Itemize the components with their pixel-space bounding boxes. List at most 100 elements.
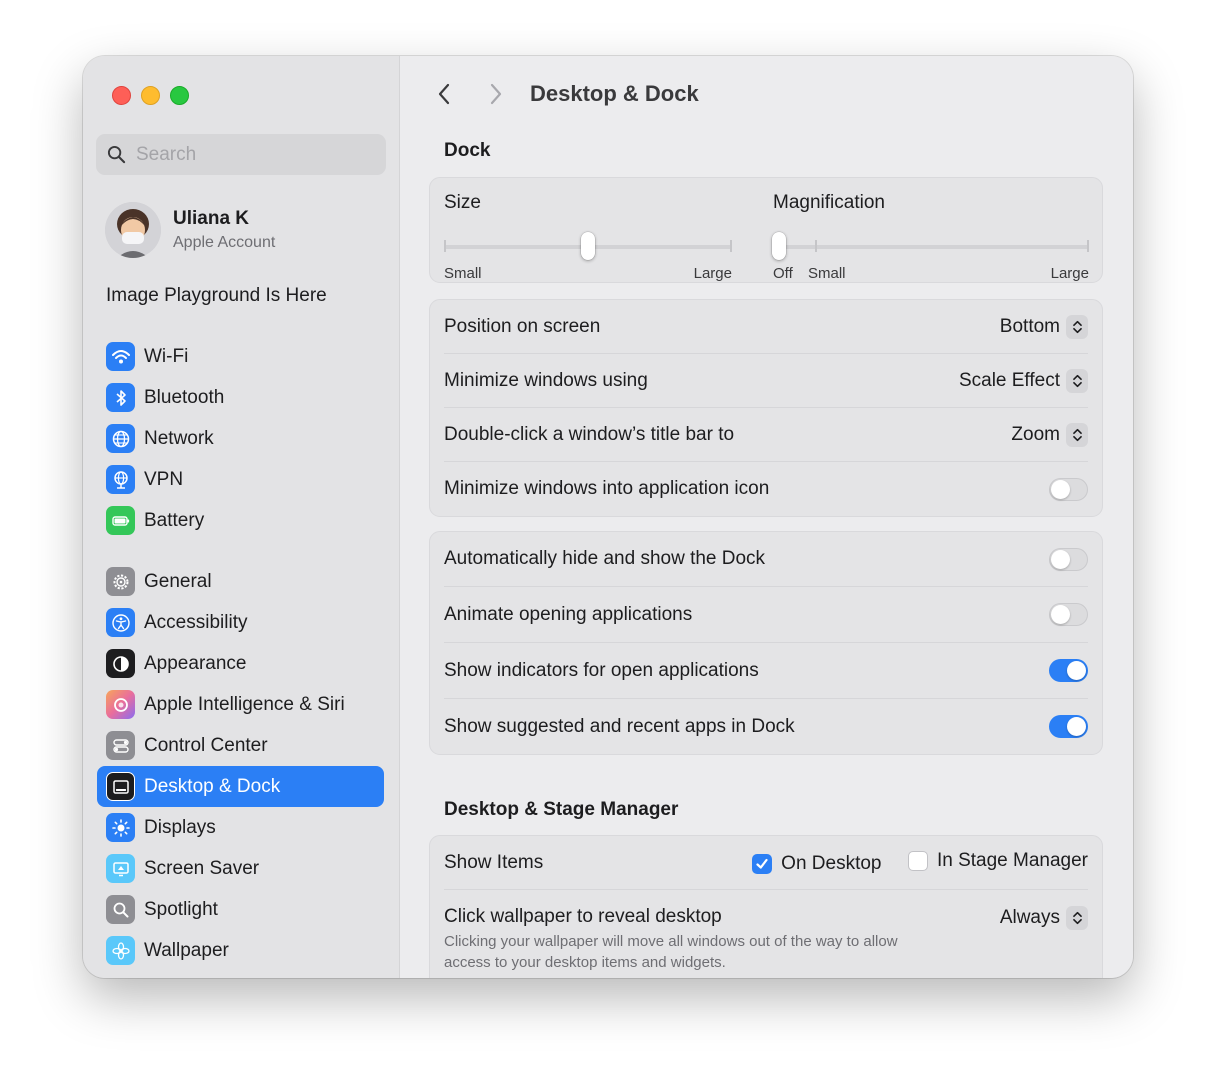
suggested-apps-row: Show suggested and recent apps in Dock xyxy=(444,699,1088,754)
magnification-track[interactable] xyxy=(773,245,1089,249)
sidebar-item-wifi[interactable]: Wi-Fi xyxy=(97,336,384,377)
row-label: Show suggested and recent apps in Dock xyxy=(444,715,795,737)
row-label: Automatically hide and show the Dock xyxy=(444,548,766,569)
account-name: Uliana K xyxy=(173,208,250,229)
updown-chevron-icon xyxy=(1066,422,1088,447)
magnification-tick xyxy=(815,240,817,252)
popup-value: Bottom xyxy=(999,315,1060,337)
search-icon xyxy=(107,145,126,164)
sidebar-item-desktop-dock[interactable]: Desktop & Dock xyxy=(97,766,384,807)
sidebar-item-label: Spotlight xyxy=(144,898,218,920)
sidebar-item-label: Desktop & Dock xyxy=(144,775,281,797)
sidebar-item-label: General xyxy=(144,570,212,592)
sidebar-item-label: Appearance xyxy=(144,652,247,674)
size-max-label: Large xyxy=(693,265,732,282)
search-field[interactable] xyxy=(96,134,386,175)
avatar xyxy=(105,202,161,258)
wifi-icon xyxy=(106,342,135,371)
minimize-into-icon-toggle[interactable] xyxy=(1049,477,1088,501)
sidebar-item-appearance[interactable]: Appearance xyxy=(97,643,384,684)
autohide-toggle[interactable] xyxy=(1049,547,1088,571)
apple-account[interactable]: Uliana K Apple Account xyxy=(105,202,275,258)
sidebar-item-label: Displays xyxy=(144,816,216,838)
popup-value: Scale Effect xyxy=(958,369,1060,391)
row-label: Click wallpaper to reveal desktop xyxy=(444,906,722,927)
battery-icon xyxy=(106,506,135,535)
position-popup[interactable]: Bottom xyxy=(999,314,1088,339)
size-tick xyxy=(444,240,446,252)
sidebar-item-spotlight[interactable]: Spotlight xyxy=(97,889,384,930)
sidebar-item-accessibility[interactable]: Accessibility xyxy=(97,602,384,643)
vpn-globe-icon xyxy=(106,465,135,494)
minimize-button[interactable] xyxy=(141,86,160,105)
appearance-icon xyxy=(106,649,135,678)
double-click-popup[interactable]: Zoom xyxy=(1011,422,1088,447)
screen-saver-icon xyxy=(106,854,135,883)
magnification-slider-thumb[interactable] xyxy=(772,232,786,260)
minimize-effect-popup[interactable]: Scale Effect xyxy=(958,368,1088,393)
suggested-apps-toggle[interactable] xyxy=(1049,715,1088,738)
dock-behavior-group: Position on screen Bottom Minimize windo… xyxy=(429,299,1103,517)
sidebar-item-label: Wi-Fi xyxy=(144,345,189,367)
row-label: Show Items xyxy=(444,851,544,873)
size-min-label: Small xyxy=(444,265,482,282)
row-description: Clicking your wallpaper will move all wi… xyxy=(444,933,898,971)
zoom-button[interactable] xyxy=(170,86,189,105)
magnification-tick xyxy=(1087,240,1089,252)
sidebar-item-label: Apple Intelligence & Siri xyxy=(144,693,345,715)
account-subtitle: Apple Account xyxy=(173,234,276,251)
row-label: Position on screen xyxy=(444,315,601,337)
search-input[interactable] xyxy=(136,143,366,166)
sidebar-item-wallpaper[interactable]: Wallpaper xyxy=(97,930,384,971)
size-slider-block: Size Small Large xyxy=(444,192,732,292)
sidebar-item-network[interactable]: Network xyxy=(97,418,384,459)
promo-link[interactable]: Image Playground Is Here xyxy=(106,285,327,307)
on-desktop-checkbox[interactable]: On Desktop xyxy=(752,853,882,875)
dock-icon xyxy=(106,772,135,801)
indicators-toggle[interactable] xyxy=(1049,659,1088,682)
size-slider-thumb[interactable] xyxy=(581,232,595,260)
minimize-into-icon-row: Minimize windows into application icon xyxy=(444,462,1088,516)
row-label: Double-click a window’s title bar to xyxy=(444,423,735,445)
dock-options-group: Automatically hide and show the Dock Ani… xyxy=(429,531,1103,755)
position-row: Position on screen Bottom xyxy=(444,300,1088,354)
toolbar: Desktop & Dock xyxy=(430,78,699,110)
sidebar-item-bluetooth[interactable]: Bluetooth xyxy=(97,377,384,418)
back-button[interactable] xyxy=(430,78,458,110)
section-title-dock: Dock xyxy=(444,140,491,161)
sidebar-item-label: Control Center xyxy=(144,734,268,756)
sidebar-item-vpn[interactable]: VPN xyxy=(97,459,384,500)
sidebar-item-label: Battery xyxy=(144,509,205,531)
popup-value: Zoom xyxy=(1011,423,1060,445)
row-label: Minimize windows using xyxy=(444,369,648,391)
indicators-row: Show indicators for open applications xyxy=(444,643,1088,699)
stage-manager-checkbox[interactable]: In Stage Manager xyxy=(907,850,1088,872)
sidebar-item-label: Accessibility xyxy=(144,611,248,633)
checkbox-box xyxy=(907,850,928,871)
sidebar: Uliana K Apple Account Image Playground … xyxy=(83,56,400,978)
magnifier-icon xyxy=(106,895,135,924)
bluetooth-icon xyxy=(106,383,135,412)
size-label: Size xyxy=(444,192,481,213)
chevron-right-icon xyxy=(490,83,502,105)
sidebar-item-displays[interactable]: Displays xyxy=(97,807,384,848)
click-wallpaper-popup[interactable]: Always xyxy=(1000,906,1088,930)
sidebar-item-general[interactable]: General xyxy=(97,561,384,602)
flower-icon xyxy=(106,936,135,965)
dock-size-group: Size Small Large Magnification Off Small… xyxy=(429,177,1103,283)
sidebar-item-label: Network xyxy=(144,427,214,449)
sidebar-item-apple-intelligence[interactable]: Apple Intelligence & Siri xyxy=(97,684,384,725)
close-button[interactable] xyxy=(112,86,131,105)
sidebar-item-battery[interactable]: Battery xyxy=(97,500,384,541)
animate-toggle[interactable] xyxy=(1049,603,1088,626)
sidebar-group-connectivity: Wi-Fi Bluetooth Network VPN Battery xyxy=(97,336,384,541)
updown-chevron-icon xyxy=(1066,368,1088,393)
double-click-row: Double-click a window’s title bar to Zoo… xyxy=(444,408,1088,462)
window-controls xyxy=(112,86,189,105)
sidebar-item-control-center[interactable]: Control Center xyxy=(97,725,384,766)
sidebar-item-screen-saver[interactable]: Screen Saver xyxy=(97,848,384,889)
siri-icon xyxy=(106,690,135,719)
forward-button[interactable] xyxy=(482,78,510,110)
magnification-slider-block: Magnification Off Small Large xyxy=(772,192,1089,292)
row-label: Minimize windows into application icon xyxy=(444,478,770,499)
